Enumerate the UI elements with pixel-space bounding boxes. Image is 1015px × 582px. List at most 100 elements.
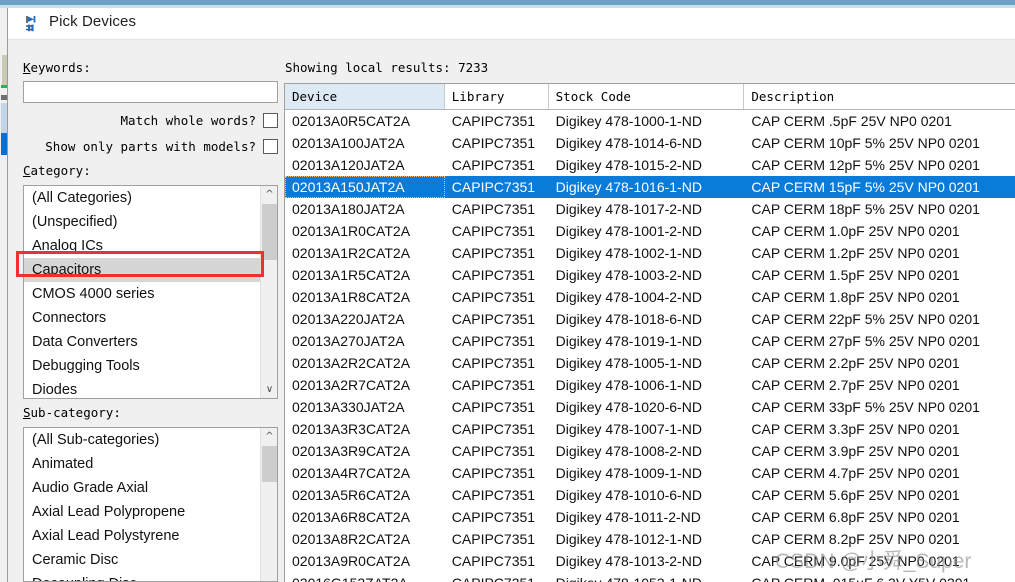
subcategory-scroll-thumb[interactable] xyxy=(262,446,277,482)
table-row[interactable]: 02013A0R5CAT2A CAPIPC7351 Digikey 478-1000… xyxy=(285,110,1015,132)
table-cell: 02013A220JAT2A xyxy=(292,311,405,327)
category-item[interactable]: CMOS 4000 series xyxy=(24,282,277,306)
table-row[interactable]: 02013A4R7CAT2A CAPIPC7351 Digikey 478-1009… xyxy=(285,462,1015,484)
table-row[interactable]: 02013A2R7CAT2A CAPIPC7351 Digikey 478-1006… xyxy=(285,374,1015,396)
subcategory-listbox[interactable]: (All Sub-categories) Animated Audio Grade … xyxy=(23,427,278,582)
table-cell: 02013A1R2CAT2A xyxy=(292,245,411,261)
table-cell: CAP CERM 4.7pF 25V NP0 0201 xyxy=(751,465,960,481)
table-cell: Digikey 478-1019-1-ND xyxy=(555,333,702,349)
table-row[interactable]: 02013A1R0CAT2A CAPIPC7351 Digikey 478-1001… xyxy=(285,220,1015,242)
table-row[interactable]: 02013A9R0CAT2A CAPIPC7351 Digikey 478-1013… xyxy=(285,550,1015,572)
table-cell: CAP CERM 8.2pF 25V NP0 0201 xyxy=(751,531,960,547)
category-item[interactable]: Diodes xyxy=(24,378,277,398)
category-scroll-thumb[interactable] xyxy=(262,204,277,260)
table-cell: CAP CERM 2.7pF 25V NP0 0201 xyxy=(751,377,960,393)
category-item[interactable]: Data Converters xyxy=(24,330,277,354)
table-cell: Digikey 478-1010-6-ND xyxy=(555,487,702,503)
table-cell: Digikey 478-1016-1-ND xyxy=(555,179,702,195)
table-cell: CAP CERM 18pF 5% 25V NP0 0201 xyxy=(751,201,980,217)
category-item[interactable]: (All Categories) xyxy=(24,186,277,210)
chevron-down-icon[interactable]: ∨ xyxy=(261,381,277,398)
chevron-up-icon[interactable]: ^ xyxy=(261,186,277,203)
subcategory-item[interactable]: (All Sub-categories) xyxy=(24,428,277,452)
subcategory-item[interactable]: Ceramic Disc xyxy=(24,548,277,572)
table-row[interactable]: 02013A1R8CAT2A CAPIPC7351 Digikey 478-1004… xyxy=(285,286,1015,308)
category-listbox[interactable]: (All Categories) (Unspecified) Analog ICs C… xyxy=(23,185,278,399)
chevron-up-icon[interactable]: ^ xyxy=(261,428,277,445)
subcategory-scrollbar[interactable]: ^ xyxy=(260,428,277,581)
table-row[interactable]: 02013A6R8CAT2A CAPIPC7351 Digikey 478-1011… xyxy=(285,506,1015,528)
table-cell: Digikey 478-1012-1-ND xyxy=(555,531,702,547)
table-cell: CAPIPC7351 xyxy=(451,113,536,129)
column-header[interactable]: Device xyxy=(285,84,445,109)
table-row[interactable]: 02013A1R5CAT2A CAPIPC7351 Digikey 478-1003… xyxy=(285,264,1015,286)
table-row[interactable]: 02013A5R6CAT2A CAPIPC7351 Digikey 478-1010… xyxy=(285,484,1015,506)
table-row[interactable]: 02013A270JAT2A CAPIPC7351 Digikey 478-1019… xyxy=(285,330,1015,352)
category-item[interactable]: Debugging Tools xyxy=(24,354,277,378)
table-cell: 02013A2R7CAT2A xyxy=(292,377,411,393)
table-cell: CAP CERM 2.2pF 25V NP0 0201 xyxy=(751,355,960,371)
table-row[interactable]: 02013A330JAT2A CAPIPC7351 Digikey 478-1020… xyxy=(285,396,1015,418)
keywords-input[interactable] xyxy=(23,81,278,103)
table-cell: CAPIPC7351 xyxy=(445,572,549,582)
screenshot-root: Pick Devices Keywords: Match whole words… xyxy=(0,0,1015,582)
match-whole-words-checkbox[interactable] xyxy=(263,113,278,128)
table-cell: CAP CERM 5.6pF 25V NP0 0201 xyxy=(751,487,960,503)
subcategory-item[interactable]: Axial Lead Polypropene xyxy=(24,500,277,524)
subcategory-item[interactable]: Axial Lead Polystyrene xyxy=(24,524,277,548)
subcategory-item[interactable]: Decoupling Disc xyxy=(24,572,277,581)
column-header[interactable]: Library xyxy=(444,84,549,109)
table-cell: CAP CERM 6.8pF 25V NP0 0201 xyxy=(751,509,960,525)
table-cell: CAP CERM .015uF 6.3V Y5V 0201 xyxy=(744,572,1015,582)
table-cell: Digikey 478-1018-6-ND xyxy=(555,311,702,327)
table-row[interactable]: 02016G153ZAT2ACAPIPC7351Digikey 478-1053… xyxy=(285,572,1015,582)
table-cell: CAPIPC7351 xyxy=(451,355,536,371)
table-row[interactable]: 02013A120JAT2A CAPIPC7351 Digikey 478-1015… xyxy=(285,154,1015,176)
table-cell: CAP CERM 3.9pF 25V NP0 0201 xyxy=(751,443,960,459)
table-cell: 02013A6R8CAT2A xyxy=(292,509,411,525)
category-item[interactable]: Connectors xyxy=(24,306,277,330)
category-item[interactable]: Analog ICs xyxy=(24,234,277,258)
table-cell: CAP CERM 1.2pF 25V NP0 0201 xyxy=(751,245,960,261)
match-whole-words-label: Match whole words? xyxy=(120,113,256,128)
table-cell: Digikey 478-1002-1-ND xyxy=(555,245,702,261)
table-cell: CAP CERM 27pF 5% 25V NP0 0201 xyxy=(751,333,980,349)
category-items-container: (All Categories) (Unspecified) Analog ICs C… xyxy=(24,186,277,398)
table-cell: 02013A150JAT2A xyxy=(285,176,445,198)
table-row[interactable]: 02013A100JAT2A CAPIPC7351 Digikey 478-1014… xyxy=(285,132,1015,154)
column-header[interactable]: Description xyxy=(744,84,1015,109)
table-cell: CAPIPC7351 xyxy=(451,179,536,195)
subcategory-label: Sub-category: xyxy=(23,405,121,420)
table-cell: Digikey 478-1014-6-ND xyxy=(555,135,702,151)
table-cell: CAPIPC7351 xyxy=(451,311,536,327)
subcategory-item[interactable]: Animated xyxy=(24,452,277,476)
table-row[interactable]: 02013A180JAT2A CAPIPC7351 Digikey 478-1017… xyxy=(285,198,1015,220)
table-row[interactable]: 02013A3R9CAT2A CAPIPC7351 Digikey 478-1008… xyxy=(285,440,1015,462)
show-only-parts-with-models-row[interactable]: Show only parts with models? xyxy=(23,139,278,156)
table-cell: Digikey 478-1020-6-ND xyxy=(555,399,702,415)
table-row[interactable]: 02013A1R2CAT2A CAPIPC7351 Digikey 478-1002… xyxy=(285,242,1015,264)
category-item[interactable]: Capacitors xyxy=(24,258,277,282)
table-row[interactable]: 02013A8R2CAT2A CAPIPC7351 Digikey 478-1012… xyxy=(285,528,1015,550)
table-cell: Digikey 478-1009-1-ND xyxy=(555,465,702,481)
table-cell: CAP CERM .5pF 25V NP0 0201 xyxy=(751,113,952,129)
match-whole-words-row[interactable]: Match whole words? xyxy=(23,113,278,130)
show-only-parts-with-models-checkbox[interactable] xyxy=(263,139,278,154)
table-cell: 02013A180JAT2A xyxy=(292,201,405,217)
category-scrollbar[interactable]: ^ ∨ xyxy=(260,186,277,398)
results-count-label: Showing local results: 7233 xyxy=(285,60,489,75)
table-cell: 02013A3R9CAT2A xyxy=(292,443,411,459)
results-grid-body[interactable]: 02013A0R5CAT2A CAPIPC7351 Digikey 478-1000… xyxy=(285,110,1015,582)
table-cell: CAPIPC7351 xyxy=(451,245,536,261)
subcategory-item[interactable]: Audio Grade Axial xyxy=(24,476,277,500)
table-cell: 02013A270JAT2A xyxy=(292,333,405,349)
results-grid-header: Device Library Stock Code Description xyxy=(285,84,1015,110)
table-row[interactable]: 02013A220JAT2A CAPIPC7351 Digikey 478-1018… xyxy=(285,308,1015,330)
table-row[interactable]: 02013A3R3CAT2A CAPIPC7351 Digikey 478-1007… xyxy=(285,418,1015,440)
category-item[interactable]: (Unspecified) xyxy=(24,210,277,234)
table-row[interactable]: 02013A150JAT2A CAPIPC7351 Digikey 478-1016… xyxy=(285,176,1015,198)
results-grid[interactable]: Device Library Stock Code Description 02013… xyxy=(284,83,1015,582)
column-header[interactable]: Stock Code xyxy=(548,84,745,109)
table-row[interactable]: 02013A2R2CAT2A CAPIPC7351 Digikey 478-1005… xyxy=(285,352,1015,374)
table-cell: 02013A120JAT2A xyxy=(292,157,405,173)
